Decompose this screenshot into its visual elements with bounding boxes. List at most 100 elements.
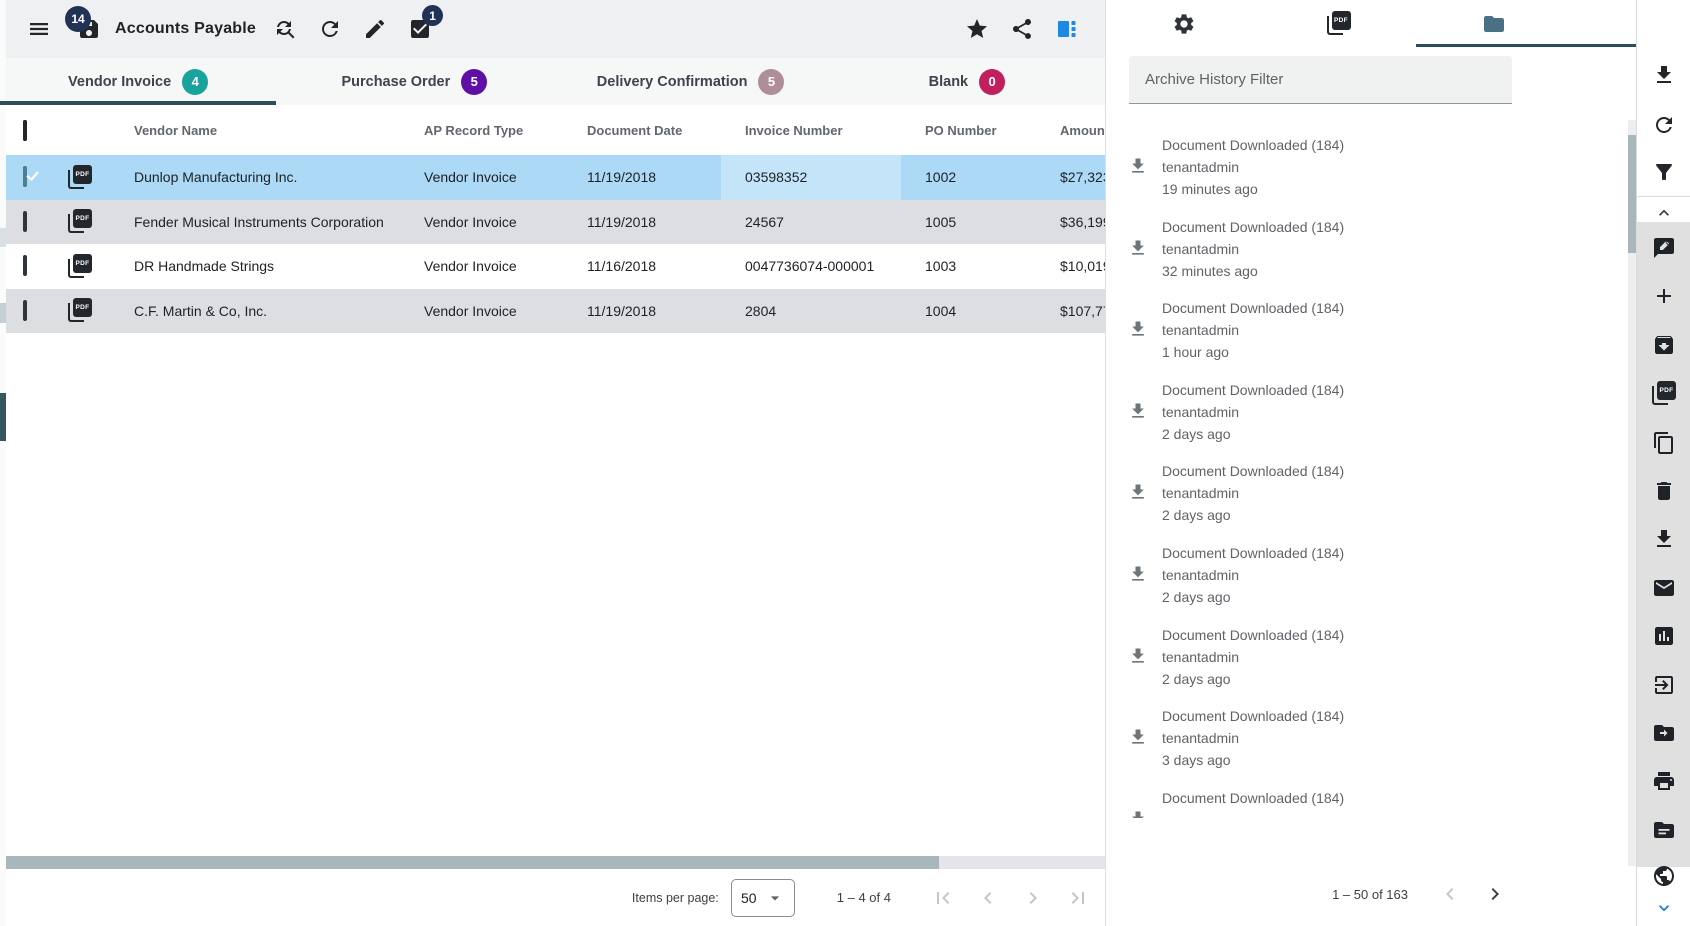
row-checkbox[interactable] (23, 211, 27, 232)
col-header-vendor-name[interactable]: Vendor Name (110, 123, 400, 138)
pdf-icon[interactable]: PDF (68, 298, 92, 323)
invoice-number-cell: 24567 (721, 214, 901, 230)
download-icon (1128, 564, 1148, 589)
pdf-icon[interactable]: PDF (68, 254, 92, 279)
tab[interactable]: Delivery Confirmation 5 (553, 58, 829, 105)
history-user: tenantadmin (1162, 156, 1626, 178)
history-list-item[interactable]: Document Downloaded (184) tenantadmin 2 … (1106, 534, 1626, 616)
col-header-amount[interactable]: Amount (1036, 123, 1105, 138)
save-icon[interactable]: 14 (77, 17, 101, 41)
left-scrollbar-thumb[interactable] (0, 393, 6, 441)
tab[interactable]: Blank 0 (829, 58, 1105, 105)
history-list-item[interactable]: Document Downloaded (184) tenantadmin 2 … (1106, 371, 1626, 453)
pdf-icon[interactable]: PDF (68, 165, 92, 190)
annotate-icon[interactable] (1652, 236, 1676, 260)
history-previous-page-icon[interactable] (1438, 882, 1462, 906)
chevron-down-icon[interactable] (1654, 898, 1674, 918)
history-time: 3 days ago (1162, 749, 1626, 771)
table-row[interactable]: PDF Fender Musical Instruments Corporati… (0, 200, 1105, 245)
table-row[interactable]: PDF C.F. Martin & Co, Inc. Vendor Invoic… (0, 289, 1105, 334)
next-page-icon[interactable] (1021, 886, 1045, 910)
horizontal-scrollbar[interactable] (0, 856, 1105, 869)
refresh-icon[interactable] (1652, 113, 1676, 137)
col-header-document-date[interactable]: Document Date (563, 123, 721, 138)
print-icon[interactable] (1652, 769, 1676, 793)
table-header: Vendor Name AP Record Type Document Date… (0, 106, 1105, 155)
export-icon[interactable] (1652, 673, 1676, 697)
edit-icon[interactable] (363, 17, 387, 41)
col-header-po-number[interactable]: PO Number (901, 123, 1036, 138)
history-list-item[interactable]: Document Downloaded (184) tenantadmin 2 … (1106, 452, 1626, 534)
mail-icon[interactable] (1652, 576, 1676, 600)
history-list-item[interactable]: Document Downloaded (184) (1106, 779, 1626, 818)
split-view-icon[interactable] (1055, 17, 1079, 41)
refresh-icon[interactable] (318, 17, 342, 41)
last-page-icon[interactable] (1066, 886, 1090, 910)
tasks-icon[interactable]: 1 (408, 17, 432, 41)
history-event-title: Document Downloaded (184) (1162, 460, 1626, 482)
download-icon (1128, 482, 1148, 507)
history-list-item[interactable]: Document Downloaded (184) tenantadmin 2 … (1106, 616, 1626, 698)
invoice-number-cell: 2804 (721, 303, 901, 319)
ap-record-type-cell: Vendor Invoice (400, 214, 563, 230)
tab-label: Blank (929, 74, 969, 90)
pdf-export-icon[interactable]: PDF (1652, 381, 1676, 406)
page-size-select[interactable]: 50 (731, 879, 795, 917)
archive-history-filter-input[interactable]: Archive History Filter (1129, 56, 1512, 104)
folder-icon (1482, 12, 1506, 36)
row-checkbox[interactable] (23, 300, 27, 321)
tab[interactable]: Vendor Invoice 4 (0, 58, 276, 105)
document-date-cell: 11/19/2018 (563, 303, 721, 319)
report-chart-icon[interactable] (1652, 624, 1676, 648)
ap-record-type-cell: Vendor Invoice (400, 258, 563, 274)
items-per-page-label: Items per page: (632, 891, 719, 905)
horizontal-scrollbar-thumb[interactable] (0, 856, 939, 869)
history-user: tenantadmin (1162, 564, 1626, 586)
menu-icon[interactable] (27, 17, 51, 41)
globe-icon[interactable] (1652, 864, 1676, 888)
table-row[interactable]: PDF Dunlop Manufacturing Inc. Vendor Inv… (0, 155, 1105, 200)
download-icon[interactable] (1652, 63, 1676, 87)
first-page-icon[interactable] (931, 886, 955, 910)
table-row[interactable]: PDF DR Handmade Strings Vendor Invoice 1… (0, 244, 1105, 289)
folder-documents-icon[interactable] (1652, 818, 1676, 842)
col-header-ap-record-type[interactable]: AP Record Type (400, 123, 563, 138)
previous-page-icon[interactable] (976, 886, 1000, 910)
dropdown-arrow-icon (765, 888, 785, 908)
row-checkbox[interactable] (23, 255, 27, 276)
add-icon[interactable] (1652, 284, 1676, 308)
left-edge-scrollbar[interactable] (0, 0, 6, 926)
download-icon[interactable] (1652, 527, 1676, 551)
pdf-icon[interactable]: PDF (68, 209, 92, 234)
col-header-invoice-number[interactable]: Invoice Number (721, 123, 901, 138)
chevron-up-icon[interactable] (1654, 203, 1674, 223)
document-date-cell: 11/19/2018 (563, 169, 721, 185)
history-user: tenantadmin (1162, 727, 1626, 749)
select-all-checkbox[interactable] (23, 120, 27, 141)
tab[interactable]: Purchase Order 5 (276, 58, 552, 105)
topbar: 14 Accounts Payable 1 (0, 0, 1105, 58)
history-scrollbar-thumb[interactable] (1628, 135, 1636, 253)
star-icon[interactable] (965, 17, 989, 41)
copy-icon[interactable] (1652, 431, 1676, 455)
history-list-item[interactable]: Document Downloaded (184) tenantadmin 1 … (1106, 289, 1626, 371)
move-folder-icon[interactable] (1652, 721, 1676, 745)
history-list-item[interactable]: Document Downloaded (184) tenantadmin 19… (1106, 126, 1626, 208)
delete-icon[interactable] (1652, 479, 1676, 503)
history-list-item[interactable]: Document Downloaded (184) tenantadmin 32… (1106, 208, 1626, 290)
active-tab-underline (1416, 44, 1637, 47)
share-icon[interactable] (1010, 17, 1034, 41)
find-replace-icon[interactable] (273, 17, 297, 41)
history-scrollbar[interactable] (1628, 120, 1636, 866)
record-type-tabs: Vendor Invoice 4 Purchase Order 5 Delive… (0, 58, 1105, 105)
pdf-doc-icon: PDF (1327, 11, 1351, 36)
history-next-page-icon[interactable] (1483, 882, 1507, 906)
filter-icon[interactable] (1652, 160, 1676, 184)
page-range-label: 1 – 4 of 4 (837, 890, 891, 905)
history-list-item[interactable]: Document Downloaded (184) tenantadmin 3 … (1106, 697, 1626, 779)
tab-archive-history[interactable] (1416, 0, 1571, 47)
tab-settings[interactable] (1106, 0, 1261, 47)
archive-icon[interactable] (1652, 333, 1676, 357)
tab-pdf-viewer[interactable]: PDF (1261, 0, 1416, 47)
row-checkbox[interactable] (23, 166, 27, 187)
